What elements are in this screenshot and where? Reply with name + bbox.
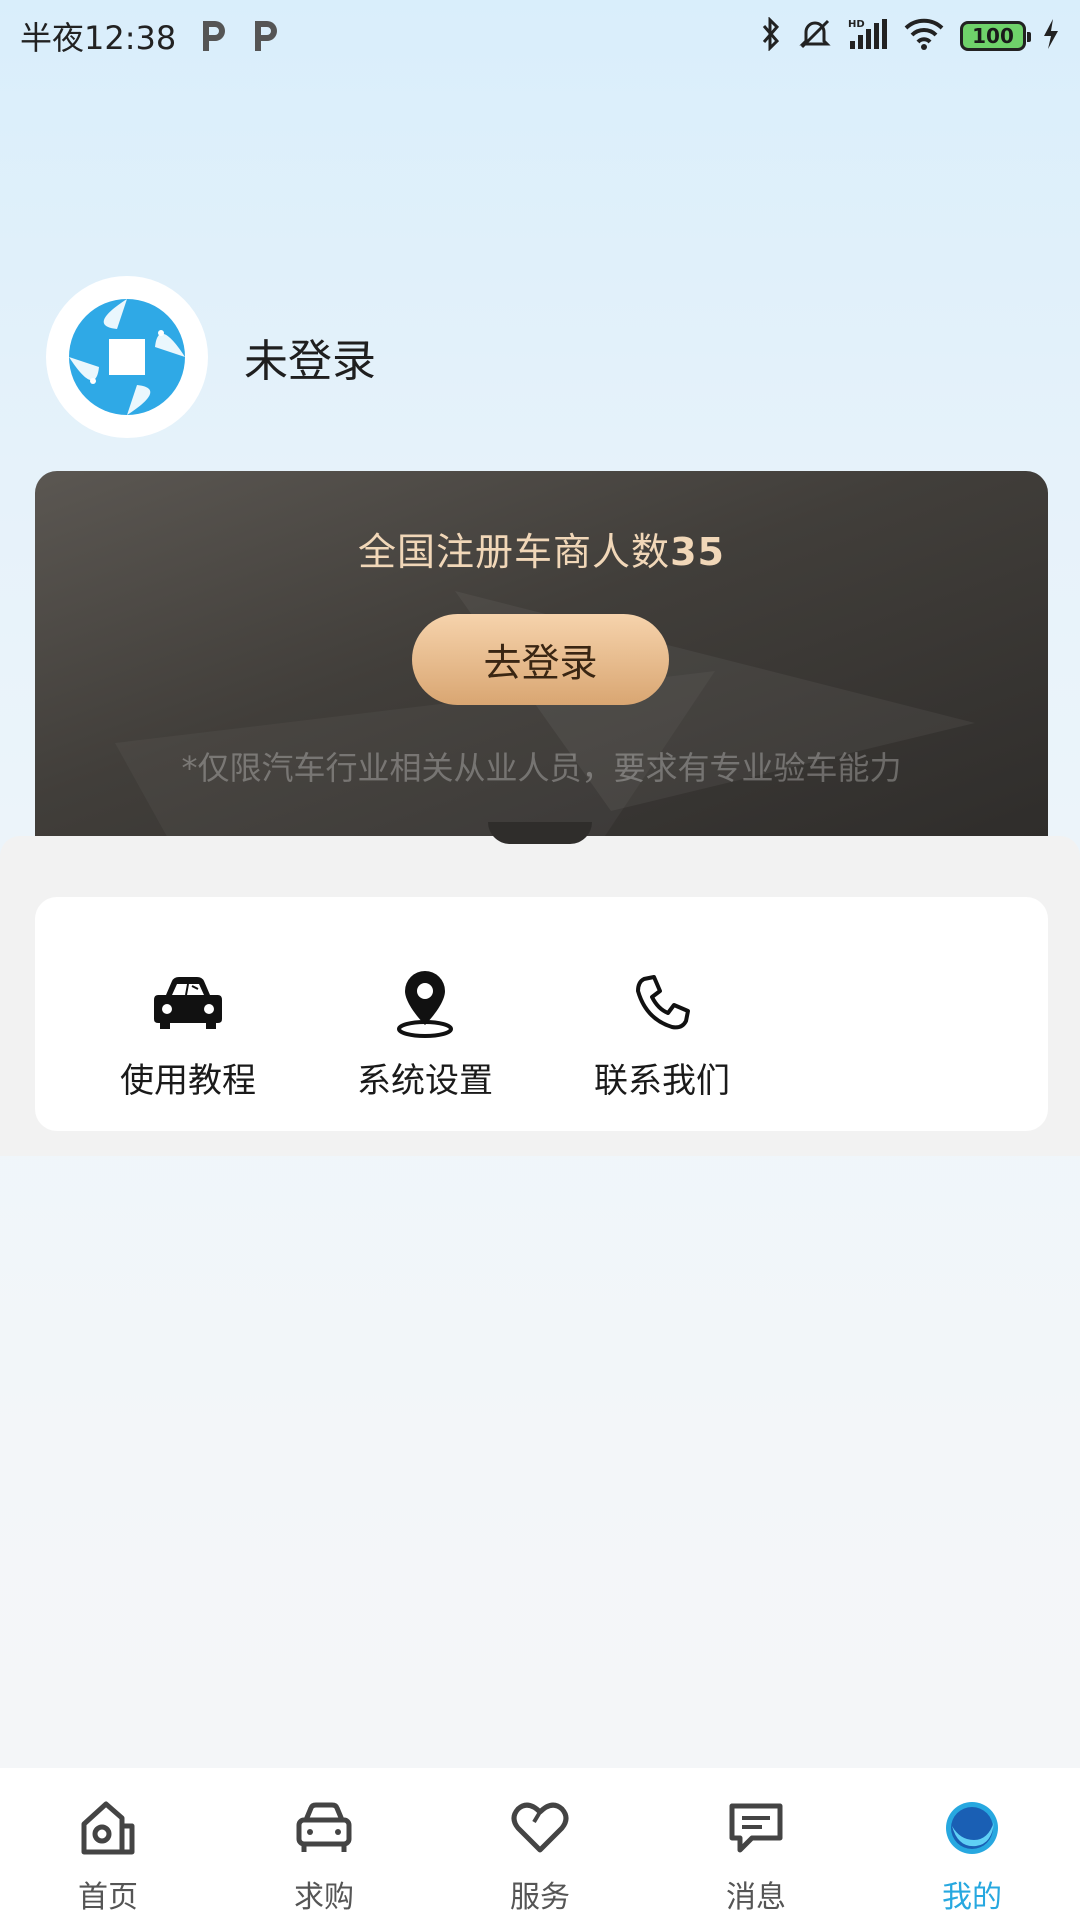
tab-label: 首页 (78, 1880, 138, 1915)
tab-mine[interactable]: 我的 (864, 1768, 1080, 1920)
avatar[interactable] (46, 276, 208, 438)
login-promo-card: 全国注册车商人数35 去登录 *仅限汽车行业相关从业人员，要求有专业验车能力 (35, 471, 1048, 836)
bottom-tab-bar: 首页 求购 服务 消息 我的 (0, 1768, 1080, 1920)
signal-icon: HD (848, 17, 888, 55)
heart-icon (510, 1796, 570, 1860)
tab-messages[interactable]: 消息 (648, 1768, 864, 1920)
car-outline-icon (294, 1796, 354, 1860)
menu-item-settings[interactable]: 系统设置 (330, 967, 520, 1102)
profile-circle-icon (942, 1796, 1002, 1860)
status-right: HD 100 (760, 16, 1060, 55)
location-pin-icon (330, 967, 520, 1039)
mute-bell-icon (798, 17, 832, 55)
car-icon (93, 967, 283, 1039)
bluetooth-icon (760, 16, 782, 55)
eligibility-note: *仅限汽车行业相关从业人员，要求有专业验车能力 (181, 749, 902, 787)
wifi-icon (904, 18, 944, 54)
phone-icon (567, 967, 757, 1039)
profile-header[interactable]: 未登录 (46, 276, 376, 438)
menu-label: 系统设置 (357, 1061, 493, 1101)
parking-app-icon (198, 19, 228, 53)
message-icon (726, 1796, 786, 1860)
battery-indicator: 100 (960, 21, 1031, 51)
charging-icon (1042, 18, 1060, 54)
tab-home[interactable]: 首页 (0, 1768, 216, 1920)
app-logo-icon (69, 299, 185, 415)
menu-label: 使用教程 (120, 1061, 256, 1101)
menu-card: 使用教程 系统设置 联系我们 (35, 897, 1048, 1131)
status-left: 半夜12:38 (20, 13, 280, 59)
login-status-label: 未登录 (244, 336, 376, 387)
tab-label: 求购 (294, 1880, 354, 1915)
go-login-button[interactable]: 去登录 (412, 614, 669, 705)
svg-text:HD: HD (848, 19, 865, 30)
menu-label: 联系我们 (594, 1061, 730, 1101)
registered-dealers-title: 全国注册车商人数35 (35, 521, 1048, 576)
card-notch (488, 822, 592, 844)
tab-label: 消息 (726, 1880, 786, 1915)
home-icon (78, 1796, 138, 1860)
parking-app-icon (250, 19, 280, 53)
menu-item-tutorial[interactable]: 使用教程 (93, 967, 283, 1102)
tab-label: 服务 (510, 1880, 570, 1915)
tab-purchase[interactable]: 求购 (216, 1768, 432, 1920)
registered-dealers-label: 全国注册车商人数 (358, 530, 671, 574)
status-time: 半夜12:38 (20, 19, 177, 57)
registered-dealers-count: 35 (670, 530, 725, 574)
tab-service[interactable]: 服务 (432, 1768, 648, 1920)
status-bar: 半夜12:38 HD 100 (0, 0, 1080, 72)
menu-item-contact[interactable]: 联系我们 (567, 967, 757, 1102)
tab-label: 我的 (942, 1880, 1002, 1915)
